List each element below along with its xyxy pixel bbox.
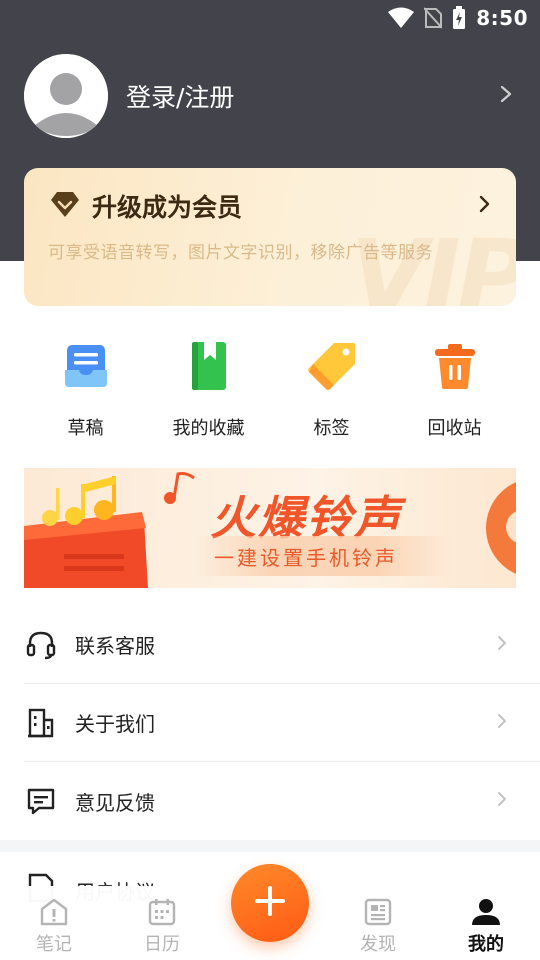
menu-item-contact-support[interactable]: 联系客服 — [24, 606, 540, 684]
no-sim-icon — [424, 7, 443, 29]
tag-icon — [306, 340, 358, 392]
ringtone-banner[interactable]: 火爆铃声 一建设置手机铃声 — [24, 468, 516, 588]
diamond-icon — [50, 189, 80, 223]
wifi-icon — [388, 7, 415, 29]
shortcut-label: 我的收藏 — [172, 418, 245, 439]
shortcut-favorites[interactable]: 我的收藏 — [147, 340, 270, 440]
plus-icon — [252, 883, 288, 923]
menu-item-label: 关于我们 — [75, 712, 155, 736]
shortcut-tags[interactable]: 标签 — [270, 340, 393, 440]
vip-title-row: 升级成为会员 — [50, 188, 492, 224]
news-icon — [362, 896, 394, 928]
chevron-right-icon — [494, 713, 510, 733]
vip-description: 可享受语音转写，图片文字识别，移除广告等服务 — [48, 243, 433, 263]
draft-box-icon — [60, 340, 112, 392]
settings-menu: 联系客服 关于我们 意见反馈 — [24, 606, 540, 840]
feedback-message-icon — [24, 784, 58, 818]
nav-tab-calendar[interactable]: 日历 — [108, 886, 216, 960]
menu-item-label: 意见反馈 — [75, 790, 155, 815]
menu-item-feedback[interactable]: 意见反馈 — [24, 762, 540, 840]
status-bar: 8:50 — [0, 0, 540, 36]
nav-tab-label: 发现 — [360, 934, 396, 955]
chevron-right-icon[interactable] — [476, 195, 492, 217]
chevron-right-icon — [494, 635, 510, 655]
nav-tab-mine[interactable]: 我的 — [432, 886, 540, 960]
bookmark-book-icon — [183, 340, 235, 392]
vip-title: 升级成为会员 — [92, 193, 243, 222]
shortcut-drafts[interactable]: 草稿 — [24, 340, 147, 440]
section-divider — [0, 840, 540, 852]
calendar-icon — [146, 896, 178, 928]
person-icon — [470, 896, 502, 928]
menu-item-about-us[interactable]: 关于我们 — [24, 684, 540, 762]
user-avatar-icon[interactable] — [24, 54, 108, 138]
vip-upgrade-card[interactable]: VIP 升级成为会员 可享受语音转写，图片文字识别，移除广告等服务 — [24, 168, 516, 306]
nav-tab-notes[interactable]: 笔记 — [0, 886, 108, 960]
nav-tab-label: 我的 — [468, 934, 504, 955]
profile-login-row[interactable]: 登录/注册 — [24, 54, 516, 138]
chevron-right-icon[interactable] — [496, 84, 516, 108]
shortcut-recycle-bin[interactable]: 回收站 — [393, 340, 516, 440]
building-icon — [24, 706, 58, 740]
shortcut-grid: 草稿 我的收藏 标签 回收站 — [24, 340, 516, 440]
headset-icon — [24, 628, 58, 662]
shortcut-label: 草稿 — [67, 418, 104, 439]
menu-item-label: 联系客服 — [75, 634, 155, 658]
nav-tab-label: 日历 — [144, 934, 180, 955]
trash-bin-icon — [429, 340, 481, 392]
shortcut-label: 标签 — [313, 418, 350, 439]
note-home-icon — [38, 896, 70, 928]
banner-subtitle: 一建设置手机铃声 — [214, 546, 398, 570]
battery-charging-icon — [452, 6, 466, 30]
add-note-button[interactable] — [231, 864, 309, 942]
login-register-label[interactable]: 登录/注册 — [126, 78, 496, 114]
gift-box-music-illustration — [24, 472, 195, 588]
nav-tab-label: 笔记 — [36, 934, 72, 955]
chevron-right-icon — [494, 791, 510, 811]
nav-tab-discover[interactable]: 发现 — [324, 886, 432, 960]
clock-time: 8:50 — [476, 6, 528, 30]
shortcut-label: 回收站 — [427, 418, 482, 439]
